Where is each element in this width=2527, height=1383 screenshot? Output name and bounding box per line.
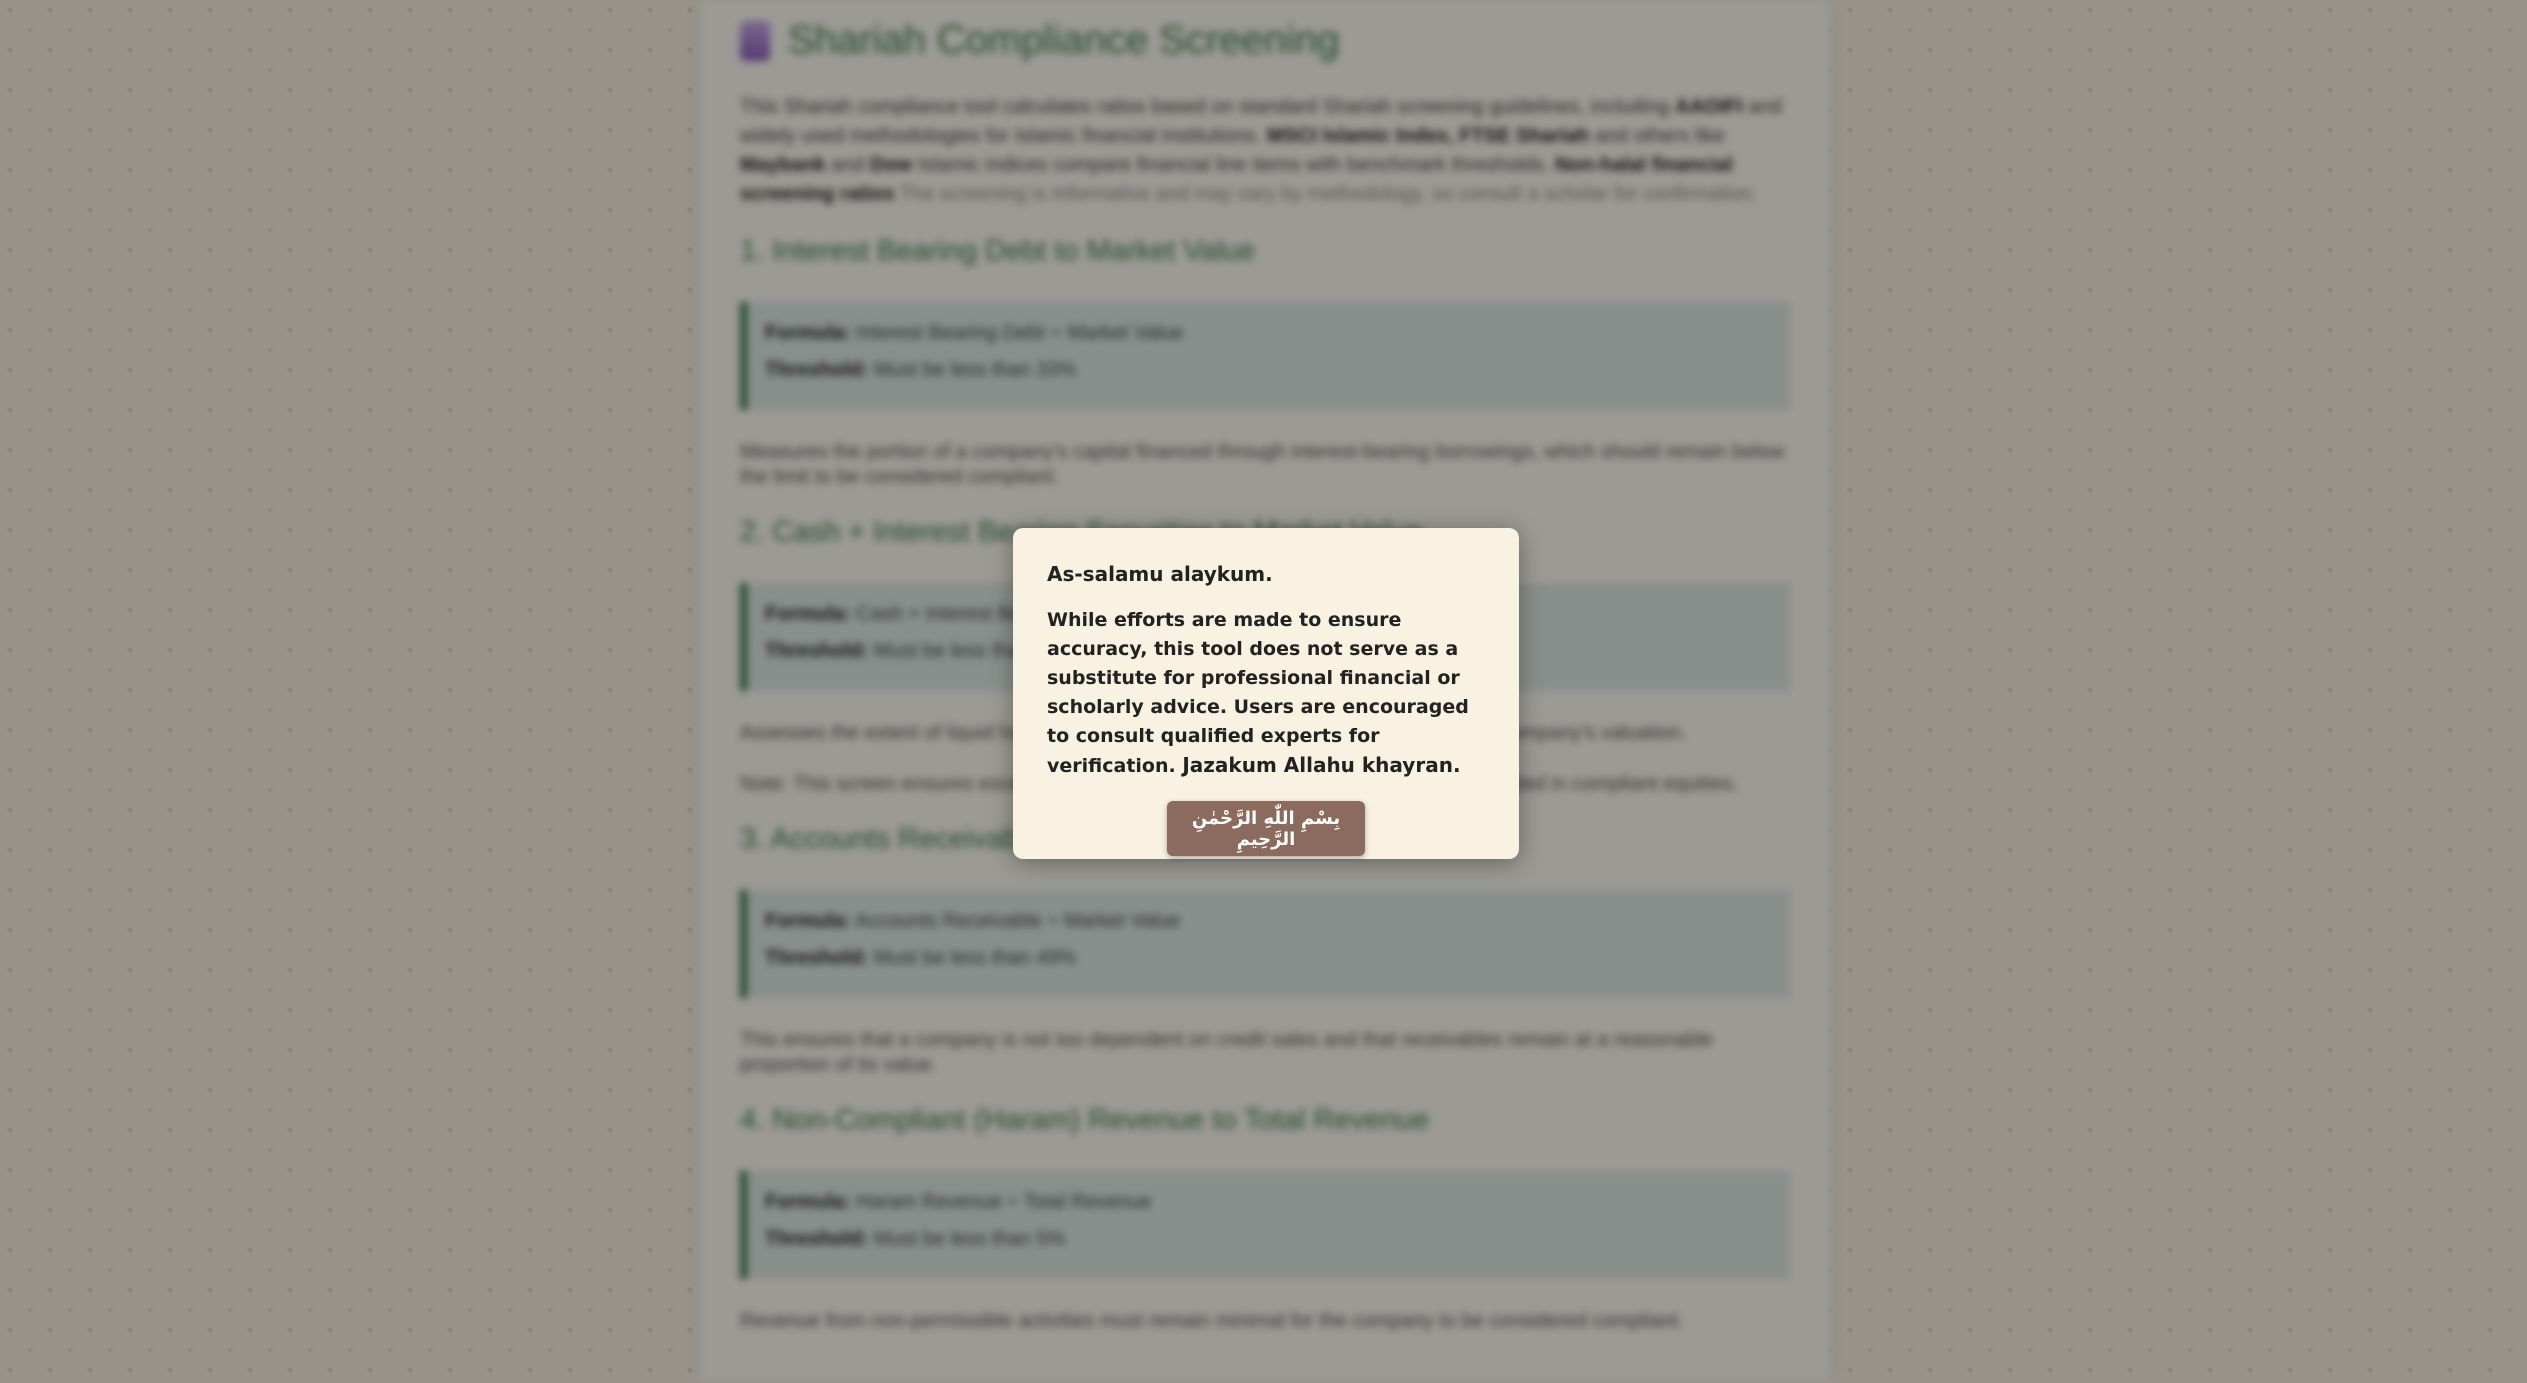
modal-body: While efforts are made to ensure accurac… (1047, 606, 1485, 781)
modal-body-text: While efforts are made to ensure accurac… (1047, 609, 1469, 777)
disclaimer-modal: As-salamu alaykum. While efforts are mad… (1013, 528, 1519, 859)
modal-closing: Jazakum Allahu khayran. (1182, 753, 1461, 777)
modal-greeting: As-salamu alaykum. (1047, 562, 1273, 586)
bismillah-accept-button[interactable]: بِسْمِ اللّٰهِ الرَّحْمٰنِ الرَّحِيمِ (1167, 801, 1365, 856)
